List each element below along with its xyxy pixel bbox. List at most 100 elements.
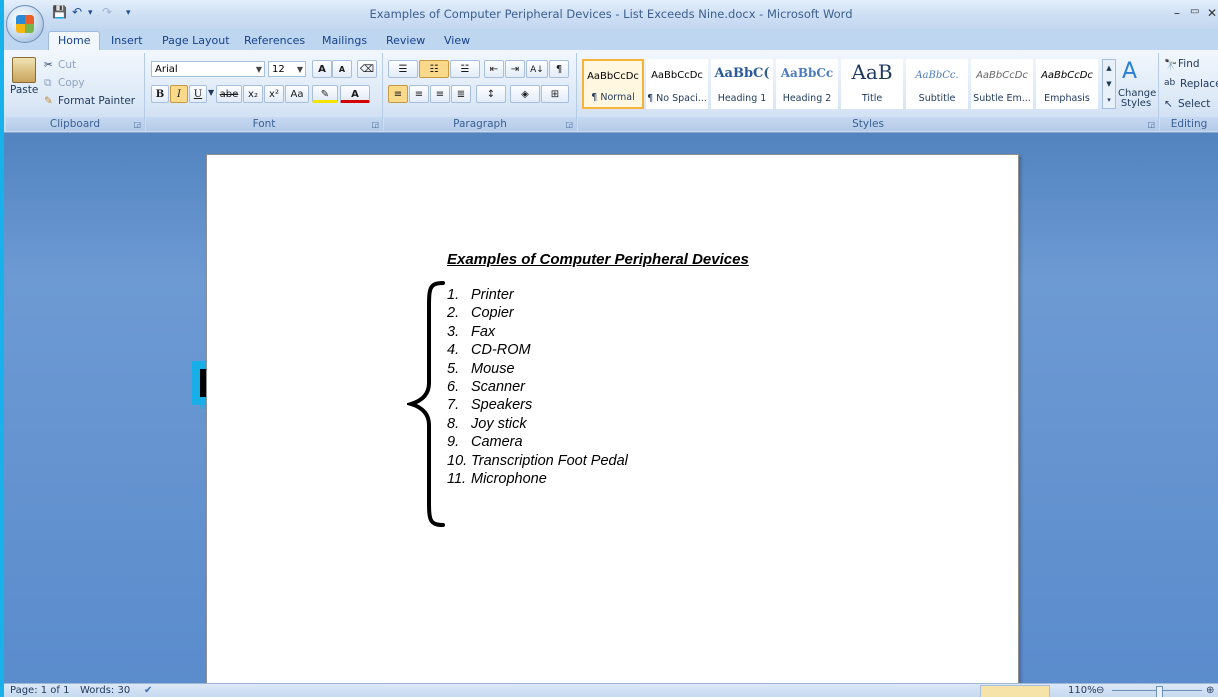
highlight-icon[interactable]: ✎ [312, 85, 338, 103]
borders-icon[interactable]: ⊞ [541, 85, 569, 103]
style-subtitle[interactable]: AaBbCc. Subtitle [906, 59, 968, 109]
list-text: Microphone [471, 470, 547, 487]
clear-formatting-icon[interactable]: ⌫ [357, 60, 377, 78]
zoom-out-icon[interactable]: ⊖ [1096, 685, 1104, 696]
tab-page-layout[interactable]: Page Layout [162, 34, 230, 47]
underline-button[interactable]: U [189, 85, 207, 103]
office-button[interactable] [6, 5, 44, 43]
change-styles-icon[interactable]: A [1122, 59, 1137, 84]
copy-button[interactable]: Copy [58, 77, 85, 89]
sort-button[interactable]: A↓ [526, 60, 548, 78]
styles-scroll[interactable]: ▲ ▼ ▾ [1102, 59, 1116, 109]
tab-review[interactable]: Review [386, 34, 425, 47]
clipboard-icon[interactable] [12, 57, 36, 83]
document-title: Examples of Computer Peripheral Devices [447, 251, 749, 268]
close-button[interactable]: ✕ [1207, 6, 1217, 20]
list-item: 9. Camera [447, 433, 628, 451]
align-right-icon[interactable]: ≡ [430, 85, 450, 103]
document-page[interactable]: Examples of Computer Peripheral Devices … [206, 154, 1019, 686]
cut-button[interactable]: Cut [58, 59, 76, 71]
word-window: 💾 ↶ ▾ ↷ ▾ Examples of Computer Periphera… [4, 0, 1218, 697]
style-heading-2[interactable]: AaBbCc Heading 2 [776, 59, 838, 109]
style-name: ¶ No Spaci... [647, 93, 707, 104]
style-name: Title [861, 93, 883, 104]
tab-view[interactable]: View [444, 34, 470, 47]
list-item: 6. Scanner [447, 378, 628, 396]
ribbon: Paste ✂ Cut ⧉ Copy ✎ Format Painter Clip… [4, 50, 1218, 133]
style-preview: AaBbCcDc [1041, 70, 1093, 81]
justify-icon[interactable]: ≣ [451, 85, 471, 103]
style-subtle-emphasis[interactable]: AaBbCcDc Subtle Em... [971, 59, 1033, 109]
select-button[interactable]: Select [1178, 98, 1210, 110]
paste-button[interactable]: Paste [10, 84, 38, 96]
font-color-icon[interactable]: A [340, 85, 370, 103]
style-name: Emphasis [1044, 93, 1090, 104]
align-center-icon[interactable]: ≡ [409, 85, 429, 103]
zoom-slider-thumb[interactable] [1156, 686, 1163, 697]
restore-button[interactable]: ▭ [1190, 6, 1199, 17]
list-number: 9. [447, 434, 460, 451]
subscript-button[interactable]: x₂ [243, 85, 263, 103]
change-case-button[interactable]: Aa [285, 85, 309, 103]
style-title[interactable]: AaB Title [841, 59, 903, 109]
increase-indent-icon[interactable]: ⇥ [505, 60, 525, 78]
window-title: Examples of Computer Peripheral Devices … [369, 7, 853, 21]
tab-home[interactable]: Home [48, 31, 101, 50]
zoom-level[interactable]: 110% [1068, 685, 1097, 696]
find-button[interactable]: Find [1178, 58, 1200, 70]
tab-insert[interactable]: Insert [111, 34, 143, 47]
numbering-icon[interactable]: ☷ [419, 60, 449, 78]
change-styles-button[interactable]: Change Styles [1118, 89, 1156, 109]
chevron-down-icon: ▼ [296, 65, 303, 74]
font-group-label: Font [146, 117, 382, 131]
word-count[interactable]: Words: 30 [80, 685, 130, 696]
shrink-font-button[interactable]: A [332, 60, 352, 78]
format-painter-button[interactable]: Format Painter [58, 95, 135, 107]
clipboard-launcher-icon[interactable]: ◲ [133, 120, 141, 129]
bold-button[interactable]: B [151, 85, 169, 103]
line-spacing-icon[interactable]: ↕ [476, 85, 506, 103]
underline-dropdown-icon[interactable]: ▼ [208, 88, 214, 97]
page-count[interactable]: Page: 1 of 1 [10, 685, 69, 696]
font-name-value: Arial [155, 64, 178, 75]
list-text: Camera [471, 434, 523, 451]
list-text: Printer [471, 287, 514, 303]
styles-group: AaBbCcDc ¶ Normal AaBbCcDc ¶ No Spaci...… [578, 53, 1159, 131]
style-normal[interactable]: AaBbCcDc ¶ Normal [582, 59, 644, 109]
style-heading-1[interactable]: AaBbC( Heading 1 [711, 59, 773, 109]
bullets-icon[interactable]: ☰ [388, 60, 418, 78]
list-item: 7. Speakers [447, 396, 628, 414]
strikethrough-button[interactable]: abe [216, 85, 242, 103]
multilevel-list-icon[interactable]: ☱ [450, 60, 480, 78]
align-left-icon[interactable]: ≡ [388, 85, 408, 103]
style-no-spacing[interactable]: AaBbCcDc ¶ No Spaci... [646, 59, 708, 109]
list-item: 4. CD-ROM [447, 341, 628, 359]
style-name: Subtle Em... [973, 93, 1031, 104]
list-item: 1. Printer [447, 286, 628, 304]
decrease-indent-icon[interactable]: ⇤ [484, 60, 504, 78]
replace-button[interactable]: Replace [1180, 78, 1218, 90]
list-text: Transcription Foot Pedal [471, 452, 628, 469]
font-name-combo[interactable]: Arial ▼ [151, 61, 265, 77]
clipboard-group: Paste ✂ Cut ⧉ Copy ✎ Format Painter Clip… [6, 53, 145, 131]
style-emphasis[interactable]: AaBbCcDc Emphasis [1036, 59, 1098, 109]
proofing-icon[interactable]: ✔ [144, 685, 152, 696]
paragraph-launcher-icon[interactable]: ◲ [565, 120, 573, 129]
font-launcher-icon[interactable]: ◲ [371, 120, 379, 129]
show-formatting-button[interactable]: ¶ [549, 60, 569, 78]
italic-button[interactable]: I [170, 85, 188, 103]
style-name: Subtitle [918, 93, 956, 104]
list-number: 10. [447, 452, 468, 469]
font-size-combo[interactable]: 12 ▼ [268, 61, 306, 77]
list-text: Speakers [471, 397, 533, 414]
view-buttons[interactable] [980, 685, 1050, 697]
chevron-down-icon: ▼ [255, 65, 262, 74]
shading-icon[interactable]: ◈ [510, 85, 540, 103]
styles-launcher-icon[interactable]: ◲ [1147, 120, 1155, 129]
grow-font-button[interactable]: A [312, 60, 332, 78]
tab-mailings[interactable]: Mailings [322, 34, 367, 47]
minimize-button[interactable]: – [1174, 6, 1180, 20]
superscript-button[interactable]: x² [264, 85, 284, 103]
tab-references[interactable]: References [244, 34, 305, 47]
zoom-in-icon[interactable]: ⊕ [1206, 685, 1214, 696]
